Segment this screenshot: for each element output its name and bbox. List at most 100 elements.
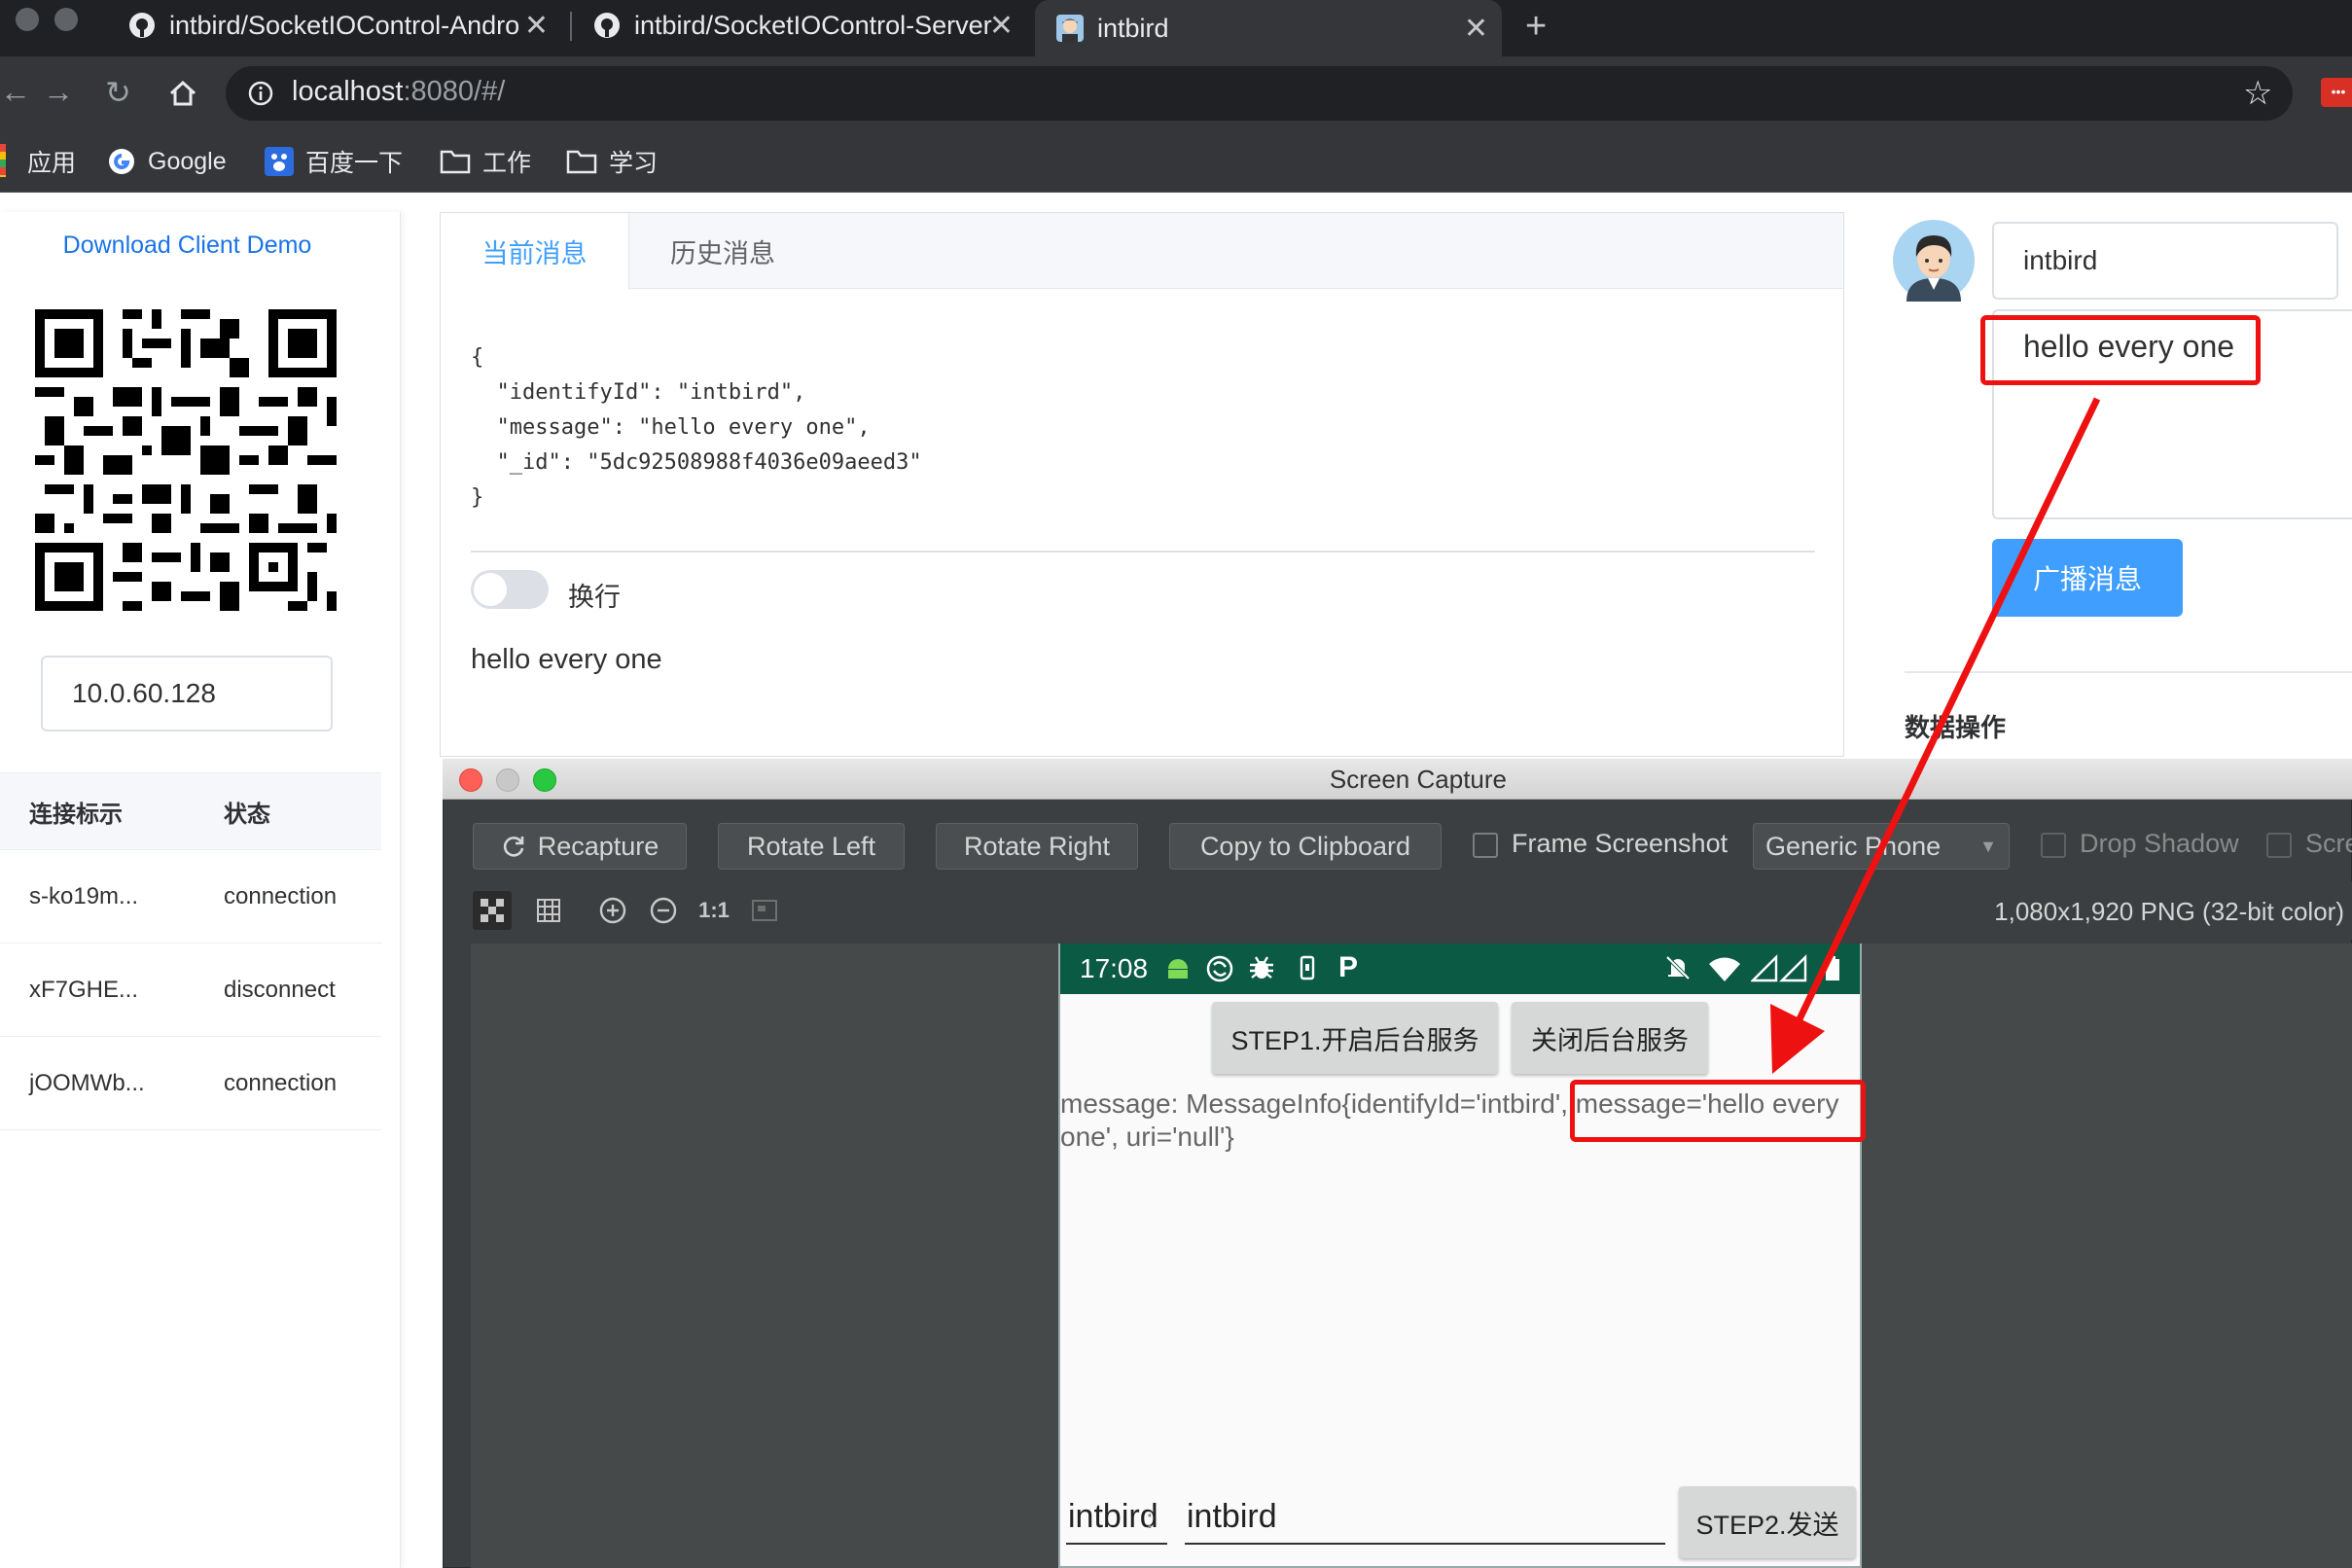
copy-to-clipboard-button[interactable]: Copy to Clipboard xyxy=(1169,823,1442,870)
phone-status-icon xyxy=(1300,955,1315,980)
separator-colon: : xyxy=(1146,1504,1154,1534)
wrap-toggle[interactable] xyxy=(471,570,549,609)
broadcast-button[interactable]: 广播消息 xyxy=(1992,539,2183,617)
zoom-in-icon[interactable] xyxy=(593,891,632,930)
fit-screen-icon[interactable] xyxy=(745,891,784,930)
parking-icon: P xyxy=(1338,951,1359,983)
connection-status: disconnect xyxy=(224,976,336,1003)
table-header: 连接标示 状态 xyxy=(0,772,381,850)
table-row[interactable]: xF7GHE... disconnect xyxy=(0,944,381,1037)
connection-id: s-ko19m... xyxy=(29,882,139,909)
column-header-id[interactable]: 连接标示 xyxy=(0,795,195,829)
baidu-icon xyxy=(265,147,294,176)
window-control[interactable] xyxy=(54,8,78,31)
grid-icon[interactable] xyxy=(529,891,568,930)
rotate-left-button[interactable]: Rotate Left xyxy=(718,823,905,870)
device-select[interactable]: Generic Phone ▼ xyxy=(1753,823,2010,870)
drop-shadow-checkbox[interactable] xyxy=(2041,833,2066,858)
connection-table: 连接标示 状态 s-ko19m... connection xF7GHE... … xyxy=(0,772,381,1130)
refresh-icon xyxy=(503,837,524,857)
folder-icon xyxy=(566,150,597,174)
tab-history-message[interactable]: 历史消息 xyxy=(630,213,815,289)
battery-icon xyxy=(1826,956,1839,980)
tab-repo-android[interactable]: intbird/SocketIOControl-Andro ✕ xyxy=(125,0,562,51)
bug-icon xyxy=(1250,956,1273,979)
highlight-box-log xyxy=(1570,1080,1866,1142)
apps-icon[interactable] xyxy=(0,144,6,177)
server-ip-field[interactable]: 10.0.60.128 xyxy=(41,656,333,731)
window-control[interactable] xyxy=(16,8,39,31)
toggle-knob xyxy=(474,573,507,606)
qr-code-image xyxy=(35,309,337,611)
close-icon[interactable]: ✕ xyxy=(989,9,1014,43)
github-icon xyxy=(129,13,155,38)
bookmark-folder-work[interactable]: 工作 xyxy=(440,130,531,193)
reload-icon[interactable]: ↻ xyxy=(105,74,131,111)
bookmark-folder-study[interactable]: 学习 xyxy=(566,130,658,193)
tab-intbird[interactable]: intbird ✕ xyxy=(1035,0,1502,56)
screen-glare-label: Scre xyxy=(2305,829,2352,858)
address-bar[interactable] xyxy=(226,66,2293,121)
actual-size-button[interactable]: 1:1 xyxy=(695,891,733,930)
divider xyxy=(1905,671,2352,673)
forward-icon[interactable]: → xyxy=(43,74,74,110)
nickname-field-b[interactable]: intbird xyxy=(1187,1498,1277,1536)
input-underline xyxy=(1185,1543,1665,1545)
avatar-favicon-icon xyxy=(1056,15,1084,42)
wifi-icon xyxy=(1709,957,1740,981)
divider xyxy=(471,551,1815,552)
new-tab-icon[interactable]: + xyxy=(1525,6,1547,48)
download-client-link[interactable]: Download Client Demo xyxy=(0,232,374,260)
table-row[interactable]: jOOMWb... connection xyxy=(0,1037,381,1130)
received-message: hello every one xyxy=(471,644,662,675)
info-icon[interactable] xyxy=(247,80,274,107)
url-text: localhost:8080/#/ xyxy=(292,76,506,107)
connection-id: xF7GHE... xyxy=(29,976,139,1003)
bookmark-google[interactable]: Google xyxy=(107,130,227,193)
wrap-label: 换行 xyxy=(568,583,621,612)
start-service-button[interactable]: STEP1.开启后台服务 xyxy=(1212,1002,1498,1074)
bookmark-baidu[interactable]: 百度一下 xyxy=(265,130,403,193)
checker-background-icon[interactable] xyxy=(473,891,512,930)
status-time: 17:08 xyxy=(1080,953,1149,983)
frame-screenshot-checkbox[interactable] xyxy=(1473,833,1498,858)
tab-current-message[interactable]: 当前消息 xyxy=(441,213,629,290)
signal-icon xyxy=(1751,954,1807,982)
sync-icon xyxy=(1206,955,1233,982)
nickname-field-a[interactable]: intbird xyxy=(1068,1498,1158,1536)
notifications-off-icon xyxy=(1665,955,1691,980)
nickname-input[interactable]: intbird xyxy=(1992,222,2338,300)
send-button[interactable]: STEP2.发送 xyxy=(1679,1486,1856,1558)
connection-status: connection xyxy=(224,1069,338,1096)
column-header-status[interactable]: 状态 xyxy=(195,795,379,829)
window-title: Screen Capture xyxy=(1329,765,1507,794)
data-operations-title: 数据操作 xyxy=(1905,713,2007,742)
extension-icon[interactable]: ••• xyxy=(2321,78,2352,107)
chevron-down-icon: ▼ xyxy=(1979,836,1997,856)
android-icon xyxy=(1168,959,1188,979)
close-icon[interactable]: ✕ xyxy=(1464,12,1488,46)
close-icon[interactable]: ✕ xyxy=(524,9,549,43)
recapture-button[interactable]: Recapture xyxy=(473,823,687,870)
frame-screenshot-label: Frame Screenshot xyxy=(1512,829,1728,858)
highlight-box-input xyxy=(1980,315,2261,385)
table-row[interactable]: s-ko19m... connection xyxy=(0,850,381,944)
zoom-out-icon[interactable] xyxy=(644,891,683,930)
tab-repo-server[interactable]: intbird/SocketIOControl-Server ✕ xyxy=(589,0,1027,51)
stop-service-button[interactable]: 关闭后台服务 xyxy=(1512,1002,1708,1074)
input-underline xyxy=(1066,1543,1167,1545)
json-message: { "identifyId": "intbird", "message": "h… xyxy=(471,345,922,510)
screen-glare-checkbox[interactable] xyxy=(2266,833,2292,858)
github-icon xyxy=(594,13,620,38)
image-info: 1,080x1,920 PNG (32-bit color) xyxy=(1994,897,2344,926)
connection-status: connection xyxy=(224,882,338,909)
tab-title: intbird xyxy=(1097,13,1169,43)
home-icon[interactable] xyxy=(167,78,198,109)
rotate-right-button[interactable]: Rotate Right xyxy=(936,823,1138,870)
google-icon xyxy=(109,149,134,174)
bookmark-star-icon[interactable]: ☆ xyxy=(2243,74,2272,113)
avatar xyxy=(1893,220,1975,302)
tab-title: intbird/SocketIOControl-Andro xyxy=(169,10,520,40)
bookmark-apps[interactable]: 应用 xyxy=(27,130,76,193)
back-icon[interactable]: ← xyxy=(0,74,31,110)
